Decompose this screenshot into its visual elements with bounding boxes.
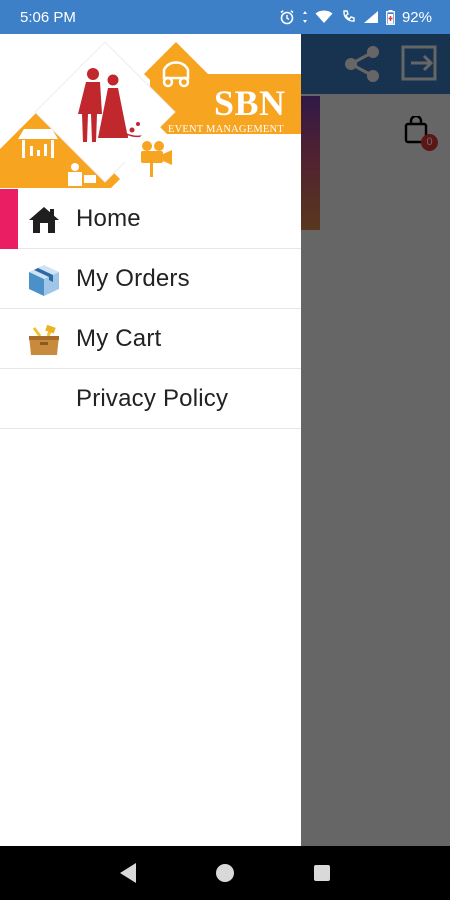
active-indicator — [0, 189, 18, 249]
brand-tagline: EVENT MANAGEMENT — [168, 124, 284, 135]
menu-item-label: My Cart — [76, 324, 162, 352]
home-icon — [29, 207, 59, 233]
alarm-icon — [280, 10, 294, 25]
cart-box-icon — [29, 324, 59, 355]
calling-icon — [343, 10, 355, 22]
status-time: 5:06 PM — [20, 8, 76, 26]
back-icon — [120, 863, 137, 883]
menu-item-privacy-policy[interactable]: Privacy Policy — [0, 369, 301, 429]
menu-item-my-cart[interactable]: My Cart — [0, 309, 301, 369]
drawer-menu: Home My Orders My Cart Privacy Policy — [0, 189, 301, 429]
recents-button[interactable] — [302, 853, 342, 893]
navigation-drawer: SBN EVENT MANAGEMENT Home My Orders My C… — [0, 34, 301, 846]
menu-item-home[interactable]: Home — [0, 189, 301, 249]
status-icons: 92% — [279, 9, 432, 26]
status-bar: 5:06 PM 92% — [0, 0, 450, 34]
brand-name: SBN — [214, 83, 286, 123]
back-button[interactable] — [108, 853, 148, 893]
home-button[interactable] — [205, 853, 245, 893]
menu-item-label: Home — [76, 204, 141, 232]
signal-icon — [363, 11, 378, 23]
battery-percentage: 92% — [401, 8, 432, 26]
menu-item-label: Privacy Policy — [76, 384, 229, 412]
data-transfer-icon — [302, 11, 307, 23]
menu-item-label: My Orders — [76, 264, 190, 292]
home-circle-icon — [215, 864, 234, 882]
system-navigation-bar — [0, 846, 450, 900]
wifi-icon — [315, 10, 333, 23]
orders-box-icon — [29, 265, 59, 296]
recents-icon — [313, 865, 330, 881]
menu-item-my-orders[interactable]: My Orders — [0, 249, 301, 309]
battery-icon — [386, 9, 395, 25]
drawer-header: SBN EVENT MANAGEMENT — [0, 34, 301, 188]
